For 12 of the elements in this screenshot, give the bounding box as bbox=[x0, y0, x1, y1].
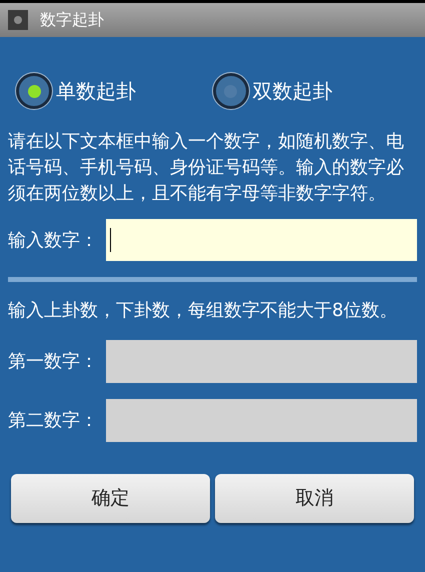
number-input-field[interactable] bbox=[106, 219, 417, 261]
field-label: 输入数字： bbox=[8, 228, 98, 252]
field-label: 第二数字： bbox=[8, 409, 98, 433]
window-title: 数字起卦 bbox=[40, 9, 104, 31]
pair-instructions-text: 输入上卦数，下卦数，每组数字不能大于8位数。 bbox=[7, 299, 398, 323]
app-icon bbox=[8, 10, 28, 30]
radio-option[interactable]: 双数起卦 bbox=[212, 73, 409, 109]
radio-option[interactable]: 单数起卦 bbox=[16, 73, 212, 109]
instructions-text: 请在以下文本框中输入一个数字，如随机数字、电话号码、手机号码、身份证号码等。输入的数字必须在两位数以上，且不能有字母等非数字字符。 bbox=[7, 130, 405, 206]
field-label: 第一数字： bbox=[8, 350, 98, 374]
dialog-button[interactable]: 确定 bbox=[11, 474, 210, 523]
dialog-button[interactable]: 取消 bbox=[215, 474, 414, 523]
